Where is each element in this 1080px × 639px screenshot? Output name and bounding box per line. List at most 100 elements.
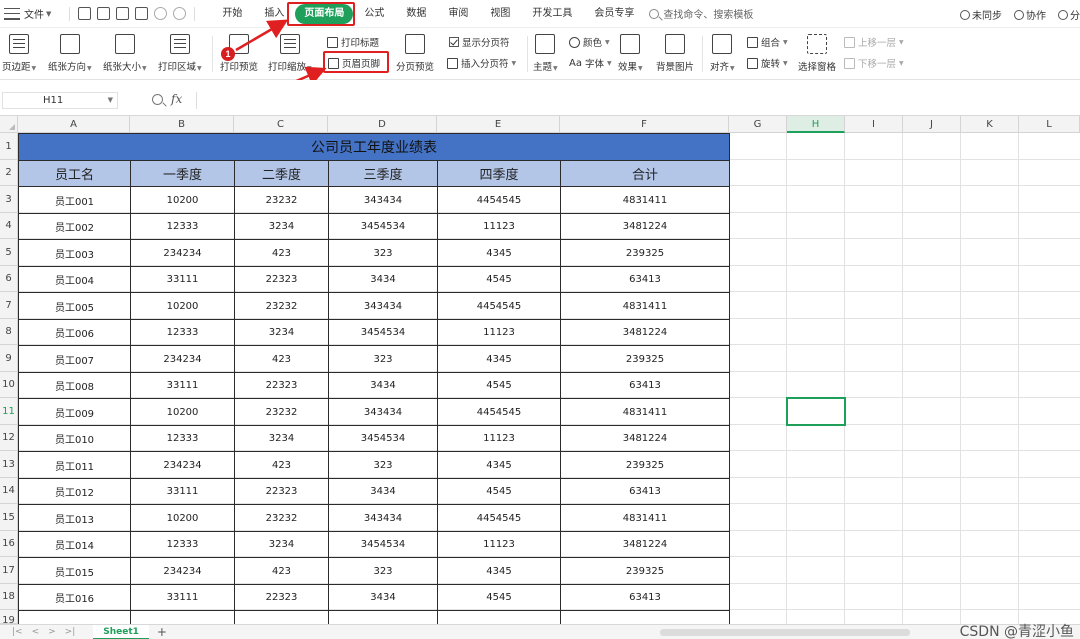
- column-header-g[interactable]: G: [729, 116, 787, 133]
- table-cell[interactable]: [560, 610, 730, 624]
- table-cell[interactable]: 员工005: [18, 292, 131, 320]
- header-cell[interactable]: 三季度: [328, 160, 438, 187]
- column-header-k[interactable]: K: [961, 116, 1019, 133]
- table-cell[interactable]: 33111: [130, 584, 235, 611]
- row-header[interactable]: 5: [0, 239, 18, 266]
- table-cell[interactable]: 323: [328, 557, 438, 585]
- table-cell[interactable]: 234234: [130, 451, 235, 479]
- column-header-b[interactable]: B: [130, 116, 234, 133]
- table-cell[interactable]: 11123: [437, 213, 561, 240]
- table-cell[interactable]: 423: [234, 557, 329, 585]
- table-cell[interactable]: 22323: [234, 584, 329, 611]
- column-header-l[interactable]: L: [1019, 116, 1080, 133]
- function-icon[interactable]: fx: [171, 92, 182, 106]
- table-cell[interactable]: 343434: [328, 398, 438, 426]
- table-cell[interactable]: 4545: [437, 372, 561, 399]
- table-cell[interactable]: 3454534: [328, 319, 438, 346]
- row-header[interactable]: 14: [0, 478, 18, 504]
- table-cell[interactable]: 4454545: [437, 292, 561, 320]
- row-header[interactable]: 1: [0, 133, 18, 160]
- table-cell[interactable]: 10200: [130, 186, 235, 214]
- table-cell[interactable]: 4345: [437, 451, 561, 479]
- table-cell[interactable]: 3481224: [560, 319, 730, 346]
- table-cell[interactable]: 员工013: [18, 504, 131, 532]
- table-cell[interactable]: 员工009: [18, 398, 131, 426]
- table-cell[interactable]: 员工008: [18, 372, 131, 399]
- table-cell[interactable]: 23232: [234, 504, 329, 532]
- table-title[interactable]: 公司员工年度业绩表: [18, 133, 730, 161]
- row-header[interactable]: 17: [0, 557, 18, 584]
- table-cell[interactable]: [437, 610, 561, 624]
- table-cell[interactable]: 员工003: [18, 239, 131, 267]
- header-cell[interactable]: 四季度: [437, 160, 561, 187]
- table-cell[interactable]: 63413: [560, 478, 730, 505]
- column-header-i[interactable]: I: [845, 116, 903, 133]
- name-box[interactable]: H11 ▼: [2, 92, 118, 109]
- table-cell[interactable]: 3481224: [560, 425, 730, 452]
- table-cell[interactable]: 3454534: [328, 531, 438, 558]
- row-header[interactable]: 8: [0, 319, 18, 345]
- table-cell[interactable]: 343434: [328, 186, 438, 214]
- table-cell[interactable]: 323: [328, 239, 438, 267]
- table-cell[interactable]: 员工004: [18, 266, 131, 293]
- table-cell[interactable]: 4345: [437, 345, 561, 373]
- row-header[interactable]: 13: [0, 451, 18, 478]
- table-cell[interactable]: 员工012: [18, 478, 131, 505]
- table-cell[interactable]: 3234: [234, 531, 329, 558]
- zoom-icon[interactable]: [152, 93, 163, 105]
- table-cell[interactable]: 23232: [234, 398, 329, 426]
- row-header[interactable]: 2: [0, 160, 18, 186]
- table-cell[interactable]: 3434: [328, 372, 438, 399]
- select-all-corner[interactable]: [0, 116, 18, 133]
- table-cell[interactable]: 4831411: [560, 186, 730, 214]
- table-cell[interactable]: 4345: [437, 239, 561, 267]
- header-cell[interactable]: 一季度: [130, 160, 235, 187]
- table-cell[interactable]: 33111: [130, 478, 235, 505]
- table-cell[interactable]: 234234: [130, 345, 235, 373]
- table-cell[interactable]: [234, 610, 329, 624]
- table-cell[interactable]: 12333: [130, 531, 235, 558]
- formula-input[interactable]: [196, 92, 1080, 109]
- table-cell[interactable]: 33111: [130, 266, 235, 293]
- table-cell[interactable]: 3434: [328, 584, 438, 611]
- table-cell[interactable]: 员工014: [18, 531, 131, 558]
- table-cell[interactable]: 239325: [560, 345, 730, 373]
- table-cell[interactable]: 员工002: [18, 213, 131, 240]
- row-header[interactable]: 4: [0, 213, 18, 239]
- row-header[interactable]: 9: [0, 345, 18, 372]
- table-cell[interactable]: 63413: [560, 266, 730, 293]
- table-cell[interactable]: 员工011: [18, 451, 131, 479]
- table-cell[interactable]: 234234: [130, 239, 235, 267]
- column-header-f[interactable]: F: [560, 116, 729, 133]
- table-cell[interactable]: 10200: [130, 292, 235, 320]
- sheet-tab-sheet1[interactable]: Sheet1: [93, 624, 149, 639]
- row-header[interactable]: 18: [0, 584, 18, 610]
- column-header-d[interactable]: D: [328, 116, 437, 133]
- table-cell[interactable]: 10200: [130, 398, 235, 426]
- active-cell-h11[interactable]: [786, 397, 846, 426]
- table-cell[interactable]: [328, 610, 438, 624]
- table-cell[interactable]: 23232: [234, 292, 329, 320]
- table-cell[interactable]: 4454545: [437, 398, 561, 426]
- table-cell[interactable]: 22323: [234, 372, 329, 399]
- table-cell[interactable]: 323: [328, 451, 438, 479]
- table-cell[interactable]: 3234: [234, 213, 329, 240]
- column-header-j[interactable]: J: [903, 116, 961, 133]
- table-cell[interactable]: 3481224: [560, 531, 730, 558]
- table-cell[interactable]: 3434: [328, 478, 438, 505]
- table-cell[interactable]: 12333: [130, 213, 235, 240]
- table-cell[interactable]: 11123: [437, 531, 561, 558]
- row-header[interactable]: 15: [0, 504, 18, 531]
- table-cell[interactable]: 4545: [437, 584, 561, 611]
- table-cell[interactable]: 423: [234, 345, 329, 373]
- first-sheet-icon[interactable]: |<: [12, 627, 23, 637]
- header-cell[interactable]: 合计: [560, 160, 730, 187]
- table-cell[interactable]: 员工010: [18, 425, 131, 452]
- table-cell[interactable]: 12333: [130, 319, 235, 346]
- column-header-a[interactable]: A: [18, 116, 130, 133]
- table-cell[interactable]: 4545: [437, 478, 561, 505]
- table-cell[interactable]: 3454534: [328, 425, 438, 452]
- row-header[interactable]: 6: [0, 266, 18, 292]
- table-cell[interactable]: 3234: [234, 319, 329, 346]
- table-cell[interactable]: 4831411: [560, 398, 730, 426]
